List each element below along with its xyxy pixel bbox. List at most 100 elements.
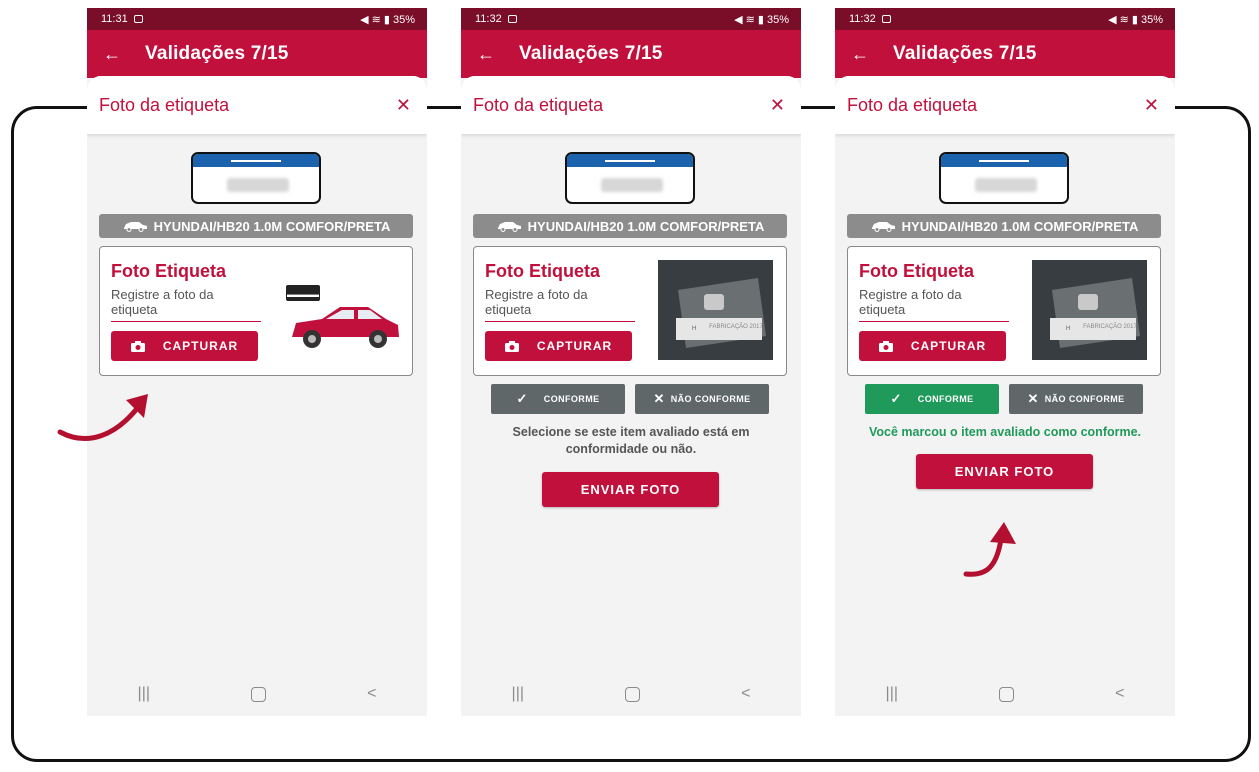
recent-apps-icon[interactable]: ||| [138,685,150,703]
svg-text:H: H [692,326,696,332]
capture-label: CAPTURAR [162,339,239,353]
sheet-title: Foto da etiqueta [847,94,978,115]
phone-screen-2: 11:32 ◀︎ ≋ ▮ 35% ← Validações 7/15 Foto … [461,8,801,716]
vehicle-name: HYUNDAI/HB20 1.0M COMFOR/PRETA [153,218,391,234]
android-nav-bar: ||| < [87,672,427,716]
send-photo-button[interactable]: ENVIAR FOTO [916,454,1093,489]
back-arrow-icon[interactable]: ← [477,44,495,65]
sheet-title: Foto da etiqueta [99,94,230,115]
sheet-header: Foto da etiqueta ✕ [87,76,427,134]
close-icon[interactable]: ✕ [770,95,785,116]
capture-button[interactable]: CAPTURAR [485,331,632,361]
battery-level: 35% [766,13,789,26]
vehicle-name: HYUNDAI/HB20 1.0M COMFOR/PRETA [527,218,765,234]
plate-number-blurred [601,178,663,192]
camera-icon [504,340,519,352]
plate-band [567,154,693,167]
bottom-sheet: Foto da etiqueta ✕ HYUNDAI/HB20 1.0M COM… [461,76,801,716]
gallery-icon [881,15,891,23]
conforme-label: CONFORME [543,394,600,404]
recent-apps-icon[interactable]: ||| [512,685,524,703]
sheet-title: Foto da etiqueta [473,94,604,115]
nav-back-icon[interactable]: < [1115,685,1124,703]
capture-button[interactable]: CAPTURAR [859,331,1006,361]
card-subtitle: Registre a foto da etiqueta [859,287,1009,322]
conformity-choices: ✓ CONFORME ✕ NÃO CONFORME [865,384,1145,414]
status-icons: ◀︎ ≋ ▮ 35% [1108,13,1163,26]
capture-button[interactable]: CAPTURAR [111,331,258,361]
license-plate [191,152,321,204]
label-photo-text: FABRICAÇÃO 2017 [709,323,763,330]
nav-back-icon[interactable]: < [367,685,376,703]
app-bar: ← Validações 7/15 [461,30,801,78]
label-photo: H FABRICAÇÃO 2017 [1032,260,1147,360]
capture-label: CAPTURAR [910,339,987,353]
check-icon: ✓ [890,391,902,406]
plate-band [193,154,319,167]
car-icon [871,222,895,232]
plate-number-blurred [975,178,1037,192]
status-time: 11:32 [475,13,502,25]
license-plate [939,152,1069,204]
android-nav-bar: ||| < [461,672,801,716]
check-icon: ✓ [516,391,528,406]
conforme-button-selected[interactable]: ✓ CONFORME [865,384,999,414]
bottom-sheet: Foto da etiqueta ✕ HYUNDAI/HB20 1.0M COM… [835,76,1175,716]
status-icons: ◀︎ ≋ ▮ 35% [734,13,789,26]
page-title: Validações 7/15 [519,43,663,64]
car-illustration: ▬▬▬▬ [286,285,399,348]
conformity-choices: ✓ CONFORME ✕ NÃO CONFORME [491,384,771,414]
svg-text:H: H [1066,326,1070,332]
photo-card: Foto Etiqueta Registre a foto da etiquet… [99,246,413,376]
plate-number-blurred [227,178,289,192]
close-icon[interactable]: ✕ [396,95,411,116]
nav-back-icon[interactable]: < [741,685,750,703]
plate-band [941,154,1067,167]
status-bar: 11:32 ◀︎ ≋ ▮ 35% [461,8,801,30]
vehicle-bar: HYUNDAI/HB20 1.0M COMFOR/PRETA [847,214,1161,238]
status-time: 11:32 [849,13,876,25]
home-icon[interactable] [625,686,641,702]
home-icon[interactable] [999,686,1015,702]
car-icon [123,222,147,232]
send-photo-button[interactable]: ENVIAR FOTO [542,472,719,507]
label-photo: H FABRICAÇÃO 2017 [658,260,773,360]
close-icon[interactable]: ✕ [1144,95,1159,116]
selection-hint: Selecione se este item avaliado está em … [512,425,750,456]
sheet-header: Foto da etiqueta ✕ [461,76,801,134]
back-arrow-icon[interactable]: ← [103,44,121,65]
sheet-header: Foto da etiqueta ✕ [835,76,1175,134]
home-icon[interactable] [251,686,267,702]
photo-card: Foto Etiqueta Registre a foto da etiquet… [473,246,787,376]
battery-level: 35% [392,13,415,26]
nao-conforme-button[interactable]: ✕ NÃO CONFORME [635,384,769,414]
annotation-arrow-1 [57,394,148,441]
camera-icon [878,340,893,352]
card-subtitle: Registre a foto da etiqueta [485,287,635,322]
recent-apps-icon[interactable]: ||| [886,685,898,703]
photo-card: Foto Etiqueta Registre a foto da etiquet… [847,246,1161,376]
vehicle-bar: HYUNDAI/HB20 1.0M COMFOR/PRETA [99,214,413,238]
gallery-icon [507,15,517,23]
conforme-label: CONFORME [917,394,974,404]
page-title: Validações 7/15 [145,43,289,64]
card-title: Foto Etiqueta [111,261,226,281]
conforme-button[interactable]: ✓ CONFORME [491,384,625,414]
gallery-icon [133,15,143,23]
license-plate [565,152,695,204]
card-title: Foto Etiqueta [859,261,974,281]
capture-label: CAPTURAR [536,339,613,353]
nao-conforme-label: NÃO CONFORME [670,394,751,404]
back-arrow-icon[interactable]: ← [851,44,869,65]
status-bar: 11:31 ◀︎ ≋ ▮ 35% [87,8,427,30]
x-icon: ✕ [1027,391,1039,406]
card-subtitle: Registre a foto da etiqueta [111,287,261,322]
battery-level: 35% [1140,13,1163,26]
page-title: Validações 7/15 [893,43,1037,64]
app-bar: ← Validações 7/15 [87,30,427,78]
vehicle-bar: HYUNDAI/HB20 1.0M COMFOR/PRETA [473,214,787,238]
annotation-arrow-2 [963,522,1016,577]
status-time: 11:31 [101,13,128,25]
nao-conforme-button[interactable]: ✕ NÃO CONFORME [1009,384,1143,414]
nao-conforme-label: NÃO CONFORME [1044,394,1125,404]
